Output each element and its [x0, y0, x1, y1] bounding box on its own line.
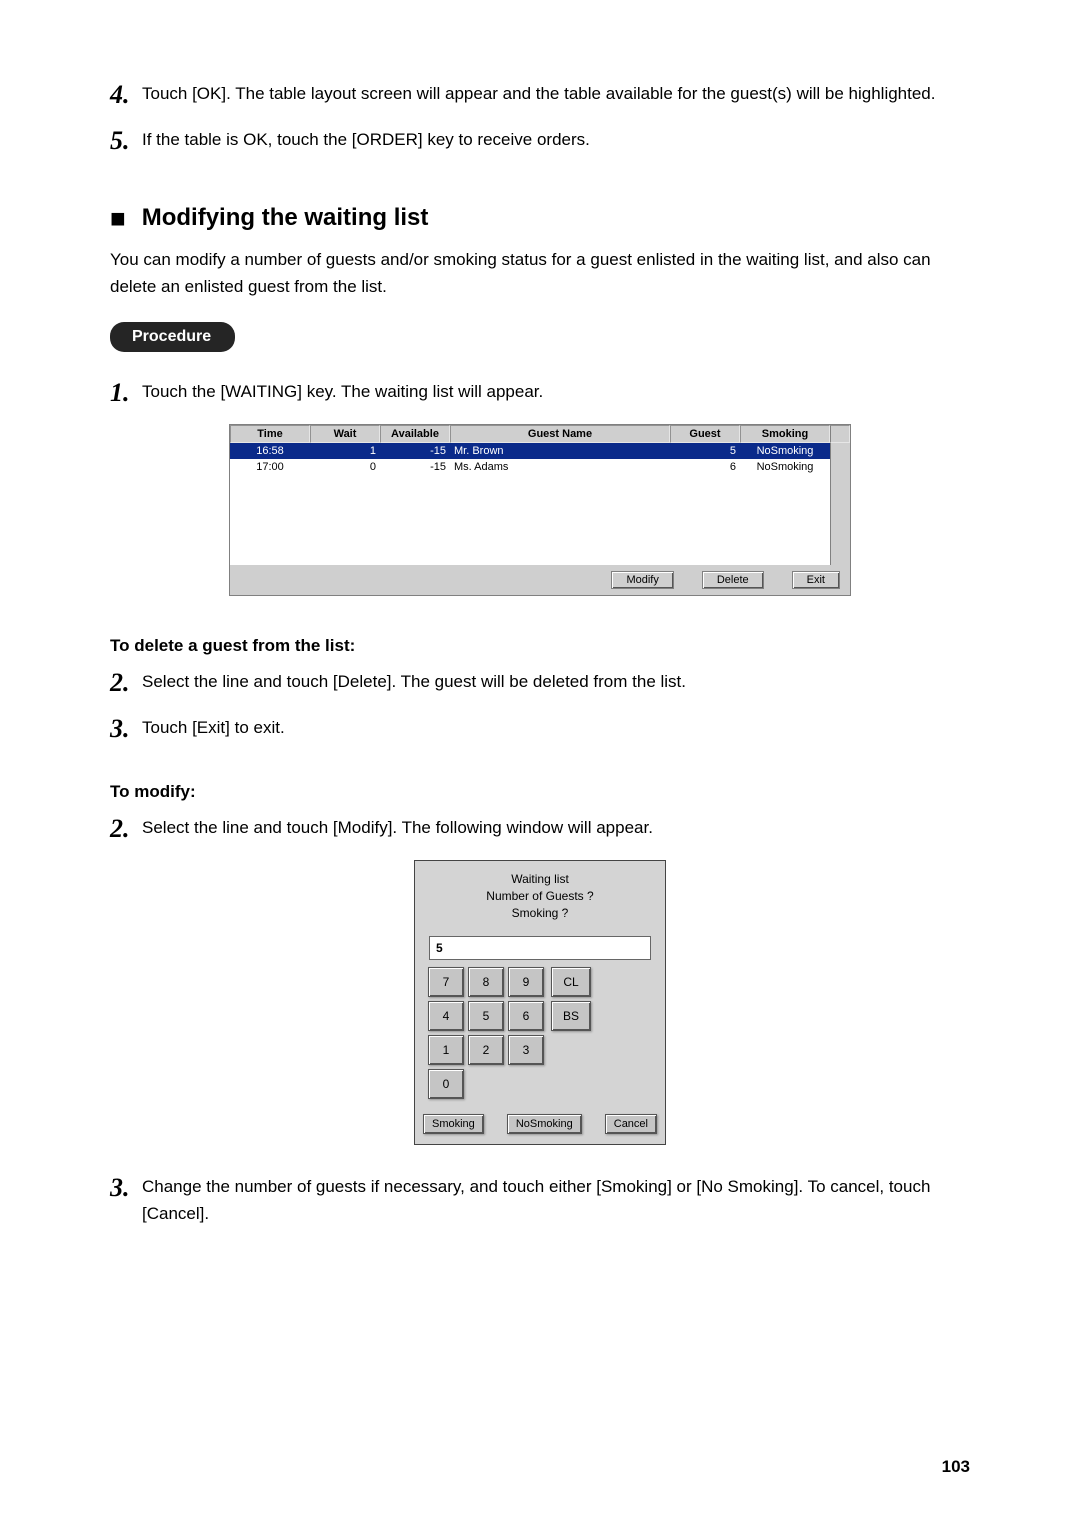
key-7[interactable]: 7: [428, 967, 464, 997]
key-9[interactable]: 9: [508, 967, 544, 997]
step-text: If the table is OK, touch the [ORDER] ke…: [140, 126, 970, 153]
section-heading: Modifying the waiting list: [142, 204, 429, 232]
cell-smoking[interactable]: NoSmoking: [740, 443, 830, 459]
page-number: 103: [942, 1457, 970, 1477]
step-number: 2: [110, 814, 140, 842]
col-smoking: Smoking: [740, 425, 830, 443]
cell-time[interactable]: 16:58: [230, 443, 310, 459]
cell-smoking[interactable]: NoSmoking: [740, 459, 830, 475]
step-text: Select the line and touch [Delete]. The …: [140, 668, 970, 695]
section-intro: You can modify a number of guests and/or…: [110, 246, 970, 300]
cell-wait[interactable]: 1: [310, 443, 380, 459]
smoking-button[interactable]: Smoking: [423, 1114, 484, 1134]
step-text: Change the number of guests if necessary…: [140, 1173, 970, 1227]
col-guestname: Guest Name: [450, 425, 670, 443]
cancel-button[interactable]: Cancel: [605, 1114, 657, 1134]
modify-subheading: To modify:: [110, 782, 970, 802]
cell-wait[interactable]: 0: [310, 459, 380, 475]
col-wait: Wait: [310, 425, 380, 443]
key-5[interactable]: 5: [468, 1001, 504, 1031]
step-number: 3: [110, 714, 140, 742]
scrollbar[interactable]: [830, 443, 850, 565]
procedure-badge: Procedure: [110, 322, 235, 352]
step-text: Touch [Exit] to exit.: [140, 714, 970, 741]
key-0[interactable]: 0: [428, 1069, 464, 1099]
col-guest: Guest: [670, 425, 740, 443]
waiting-list-panel: Time Wait Available Guest Name Guest Smo…: [229, 424, 851, 596]
scrollbar-head: [830, 425, 850, 443]
dialog-title: Waiting list Number of Guests ? Smoking …: [415, 861, 665, 925]
square-bullet-icon: ■: [110, 205, 126, 231]
cell-available[interactable]: -15: [380, 443, 450, 459]
step-number: 5: [110, 126, 140, 154]
cell-guestname[interactable]: Ms. Adams: [450, 459, 670, 475]
col-time: Time: [230, 425, 310, 443]
modify-button[interactable]: Modify: [611, 571, 673, 589]
cell-available[interactable]: -15: [380, 459, 450, 475]
list-empty-area: [230, 475, 830, 565]
key-6[interactable]: 6: [508, 1001, 544, 1031]
key-3[interactable]: 3: [508, 1035, 544, 1065]
step-number: 2: [110, 668, 140, 696]
step-number: 4: [110, 80, 140, 108]
dialog-title-line: Waiting list: [421, 871, 659, 888]
nosmoking-button[interactable]: NoSmoking: [507, 1114, 582, 1134]
cell-time[interactable]: 17:00: [230, 459, 310, 475]
modify-dialog: Waiting list Number of Guests ? Smoking …: [414, 860, 666, 1144]
cell-guestname[interactable]: Mr. Brown: [450, 443, 670, 459]
key-4[interactable]: 4: [428, 1001, 464, 1031]
step-text: Touch the [WAITING] key. The waiting lis…: [140, 378, 970, 405]
guest-count-input[interactable]: 5: [429, 936, 651, 960]
key-2[interactable]: 2: [468, 1035, 504, 1065]
cell-guest[interactable]: 5: [670, 443, 740, 459]
key-backspace[interactable]: BS: [551, 1001, 591, 1031]
key-1[interactable]: 1: [428, 1035, 464, 1065]
cell-guest[interactable]: 6: [670, 459, 740, 475]
delete-subheading: To delete a guest from the list:: [110, 636, 970, 656]
col-available: Available: [380, 425, 450, 443]
key-clear[interactable]: CL: [551, 967, 591, 997]
step-text: Select the line and touch [Modify]. The …: [140, 814, 970, 841]
dialog-title-line: Number of Guests ?: [421, 888, 659, 905]
dialog-title-line: Smoking ?: [421, 905, 659, 922]
exit-button[interactable]: Exit: [792, 571, 840, 589]
step-text: Touch [OK]. The table layout screen will…: [140, 80, 970, 107]
step-number: 3: [110, 1173, 140, 1201]
step-number: 1: [110, 378, 140, 406]
delete-button[interactable]: Delete: [702, 571, 764, 589]
key-8[interactable]: 8: [468, 967, 504, 997]
